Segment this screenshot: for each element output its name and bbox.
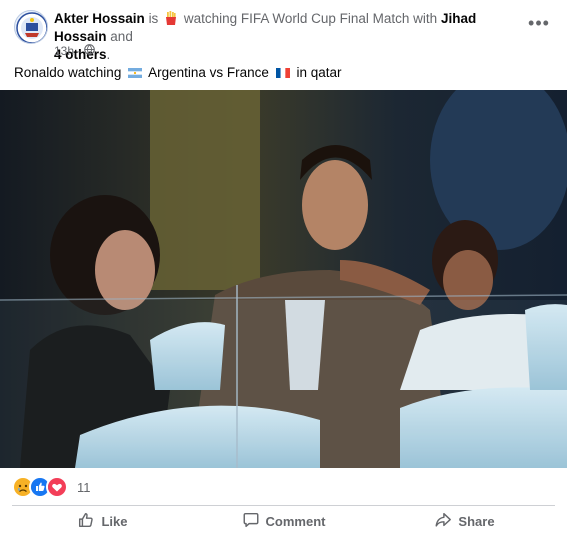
globe-icon[interactable] [84,44,95,58]
meta-separator: · [77,44,82,58]
actions-divider [12,505,555,506]
title-period: . [106,47,111,62]
reactions-summary[interactable]: 11 [12,476,91,498]
share-icon [434,511,452,532]
caption-text-3: in qatar [296,65,342,80]
fries-emoji-icon [164,11,178,25]
love-reaction-icon [46,476,68,498]
and-text: and [110,29,133,44]
argentina-flag-icon [128,65,143,78]
like-icon [77,511,95,532]
author-avatar[interactable] [14,10,48,44]
facebook-post: Akter Hossain is watching FIFA World Cup… [0,0,567,537]
comment-button[interactable]: Comment [193,508,374,534]
comment-icon [242,511,260,532]
like-label: Like [101,513,128,529]
france-flag-icon [275,65,290,78]
like-button[interactable]: Like [12,508,193,534]
share-button[interactable]: Share [374,508,555,534]
caption-text-2: Argentina vs France [148,65,269,80]
post-time[interactable]: 13h [54,44,74,58]
post-title-line: Akter Hossain is watching FIFA World Cup… [54,10,514,64]
post-actions: Like Comment Share [12,508,555,534]
post-meta: 13h · [54,44,95,58]
is-text: is [148,11,159,26]
author-name[interactable]: Akter Hossain [54,11,145,26]
more-options-button[interactable]: ••• [525,14,553,36]
reaction-count: 11 [77,479,91,495]
post-header: Akter Hossain is watching FIFA World Cup… [12,8,555,62]
comment-label: Comment [265,513,326,529]
post-caption: Ronaldo watching Argentina vs France in … [14,64,341,82]
caption-text-1: Ronaldo watching [14,65,122,80]
post-photo[interactable] [0,90,567,468]
activity-text: watching FIFA World Cup Final Match with [183,11,438,26]
share-label: Share [458,513,495,529]
